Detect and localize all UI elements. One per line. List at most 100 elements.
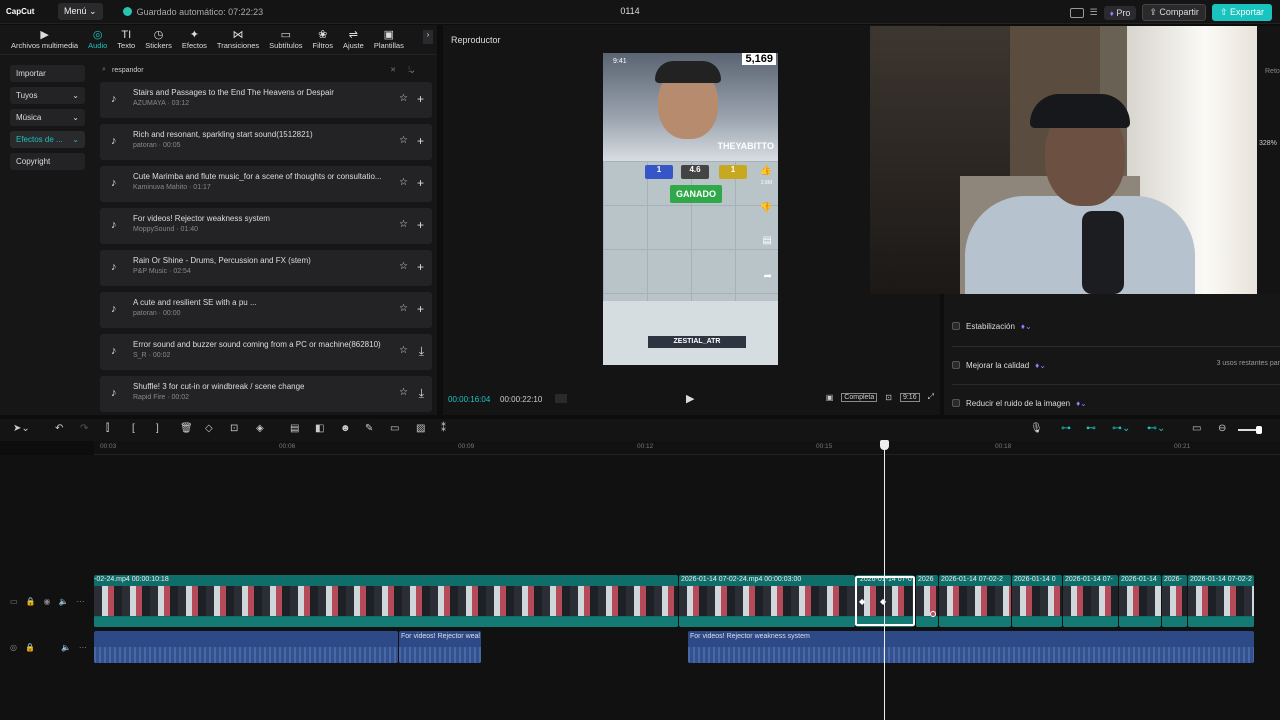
link-icon-3[interactable]: ⊶⌄: [1112, 423, 1130, 434]
crop-icon[interactable]: ⊡: [885, 393, 892, 402]
caption-icon[interactable]: ▭: [1192, 423, 1201, 434]
undo-icon[interactable]: ↶: [55, 423, 63, 434]
view-mode-button[interactable]: Completa: [841, 392, 878, 402]
star-icon[interactable]: ☆: [399, 345, 408, 356]
star-icon[interactable]: ☆: [399, 93, 408, 104]
video-clip[interactable]: -02-24.mp4 00:00:10:18: [94, 575, 678, 627]
audio-clip[interactable]: For videos! Rejector weal: [399, 631, 481, 663]
link-icon-4[interactable]: ⊷⌄: [1147, 423, 1165, 434]
shield-icon[interactable]: ◇: [205, 423, 213, 434]
tab-subtitles[interactable]: ▭ Subtítulos: [264, 29, 307, 54]
more-icon[interactable]: ⋯: [79, 643, 87, 652]
split-icon[interactable]: ⫿: [106, 423, 109, 434]
enhance-quality-option[interactable]: Mejorar la calidad ♦⌄: [952, 357, 1046, 373]
tab-media[interactable]: ▶ Archivos multimedia: [6, 29, 83, 54]
volume-icon[interactable]: 🔈: [59, 597, 69, 606]
trim-left-icon[interactable]: [: [132, 423, 135, 434]
checkbox[interactable]: [952, 399, 960, 407]
monitor-icon[interactable]: ▣: [826, 393, 834, 402]
magic-icon[interactable]: ✎: [365, 423, 373, 434]
list-icon[interactable]: ☰: [1090, 7, 1098, 18]
audio-clip[interactable]: [94, 631, 398, 663]
zoom-slider-handle[interactable]: [1256, 426, 1262, 434]
nav-copyright[interactable]: Copyright: [10, 153, 85, 170]
star-icon[interactable]: ☆: [399, 135, 408, 146]
stabilization-option[interactable]: Estabilización ♦⌄: [952, 318, 1032, 334]
add-icon[interactable]: +: [417, 176, 424, 190]
playhead-line[interactable]: [884, 440, 885, 720]
video-clip[interactable]: 2026-01-14 0: [1012, 575, 1062, 627]
tab-audio[interactable]: ◎ Audio: [83, 29, 112, 54]
timecode-icon[interactable]: [555, 394, 567, 403]
list-item[interactable]: ♪ Shuffle! 3 for cut-in or windbreak / sc…: [100, 376, 432, 412]
link-icon-1[interactable]: ⊶: [1061, 423, 1071, 434]
chevron-right-icon[interactable]: ›: [423, 30, 433, 44]
lock-icon[interactable]: 🔒: [25, 643, 35, 652]
aspect-ratio-button[interactable]: 9:16: [899, 392, 920, 402]
video-clip[interactable]: 2026-: [1162, 575, 1187, 627]
subtitle-tool-icon[interactable]: ▤: [290, 423, 299, 434]
list-item[interactable]: ♪ Error sound and buzzer sound coming fro…: [100, 334, 432, 370]
audio-clip[interactable]: For videos! Rejector weakness system: [688, 631, 1254, 663]
video-clip[interactable]: 2026-01-14 07-02-2: [1188, 575, 1254, 627]
pro-button[interactable]: ♦ Pro: [1103, 5, 1137, 20]
video-clip[interactable]: 2026-01-14: [1119, 575, 1161, 627]
menu-button[interactable]: Menú ⌄: [58, 3, 103, 20]
nav-sound-effects[interactable]: Efectos de ... ⌄: [10, 131, 85, 148]
add-icon[interactable]: +: [417, 260, 424, 274]
filter-sort-icon[interactable]: ⫶⌄: [408, 65, 414, 75]
share-button[interactable]: ⇪ Compartir: [1142, 4, 1206, 21]
video-clip[interactable]: 2026-01-14 07-02-2: [939, 575, 1011, 627]
redo-icon[interactable]: ↷: [80, 423, 88, 434]
add-icon[interactable]: +: [417, 134, 424, 148]
add-icon[interactable]: +: [417, 302, 424, 316]
star-icon[interactable]: ☆: [399, 261, 408, 272]
link-icon-2[interactable]: ⊷: [1086, 423, 1096, 434]
download-icon[interactable]: ⤓: [419, 386, 424, 401]
cover-icon[interactable]: ▭: [10, 597, 18, 606]
star-icon[interactable]: ☆: [399, 219, 408, 230]
tab-filters[interactable]: ❀ Filtros: [308, 29, 338, 54]
clear-icon[interactable]: ✕: [390, 66, 396, 74]
cursor-icon[interactable]: ➤⌄: [13, 423, 30, 434]
list-item[interactable]: ♪ Rain Or Shine - Drums, Percussion and F…: [100, 250, 432, 286]
mirror-icon[interactable]: ◧: [315, 423, 324, 434]
eye-icon[interactable]: ◉: [44, 597, 51, 606]
handle-icon[interactable]: [930, 611, 936, 617]
tab-effects[interactable]: ✦ Efectos: [177, 29, 212, 54]
volume-icon[interactable]: 🔈: [61, 643, 71, 652]
checkbox[interactable]: [952, 361, 960, 369]
list-item[interactable]: ♪ Cute Marimba and flute music_for a scen…: [100, 166, 432, 202]
tab-stickers[interactable]: ◷ Stickers: [140, 29, 177, 54]
list-item[interactable]: ♪ For videos! Rejector weakness system Mop…: [100, 208, 432, 244]
tab-text[interactable]: TI Texto: [112, 29, 140, 54]
hd-icon[interactable]: ▭: [390, 423, 399, 434]
more-icon[interactable]: ⋯: [76, 597, 84, 606]
video-clip[interactable]: 2026-01-14 07-: [1063, 575, 1118, 627]
nav-import[interactable]: Importar: [10, 65, 85, 82]
list-item[interactable]: ♪ Rich and resonant, sparkling start soun…: [100, 124, 432, 160]
microphone-icon[interactable]: 🎙: [1030, 423, 1043, 434]
tab-templates[interactable]: ▣ Plantillas: [369, 29, 409, 54]
list-item[interactable]: ♪ A cute and resilient SE with a pu ... pa…: [100, 292, 432, 328]
tab-adjust[interactable]: ⇌ Ajuste: [338, 29, 369, 54]
video-preview[interactable]: 5,169 9:41 THEYABITTO 1 4.6 1 GANADO 👍 2…: [603, 53, 778, 365]
timeline-ruler[interactable]: 00:03 00:06 00:09 00:12 00:15 00:18 00:2…: [94, 441, 1280, 455]
nav-yours[interactable]: Tuyos ⌄: [10, 87, 85, 104]
play-icon[interactable]: ▶: [686, 392, 694, 405]
tab-transitions[interactable]: ⋈ Transiciones: [212, 29, 264, 54]
lock-icon[interactable]: 🔒: [26, 597, 36, 606]
denoise-option[interactable]: Reducir el ruido de la imagen ♦⌄: [952, 395, 1087, 411]
add-icon[interactable]: +: [417, 218, 424, 232]
checkbox[interactable]: [952, 322, 960, 330]
star-icon[interactable]: ☆: [399, 177, 408, 188]
keyframe-diamond-icon[interactable]: ◆: [859, 597, 865, 606]
zoom-out-icon[interactable]: ⊖: [1218, 423, 1226, 434]
layout-icon[interactable]: [1069, 7, 1084, 18]
delete-icon[interactable]: 🗑: [180, 423, 193, 434]
image-icon[interactable]: ▨: [416, 423, 425, 434]
nav-music[interactable]: Música ⌄: [10, 109, 85, 126]
search-input[interactable]: ⌕ respandor ✕: [100, 65, 400, 79]
trim-right-icon[interactable]: ]: [156, 423, 159, 434]
video-clip[interactable]: 2026: [916, 575, 938, 627]
